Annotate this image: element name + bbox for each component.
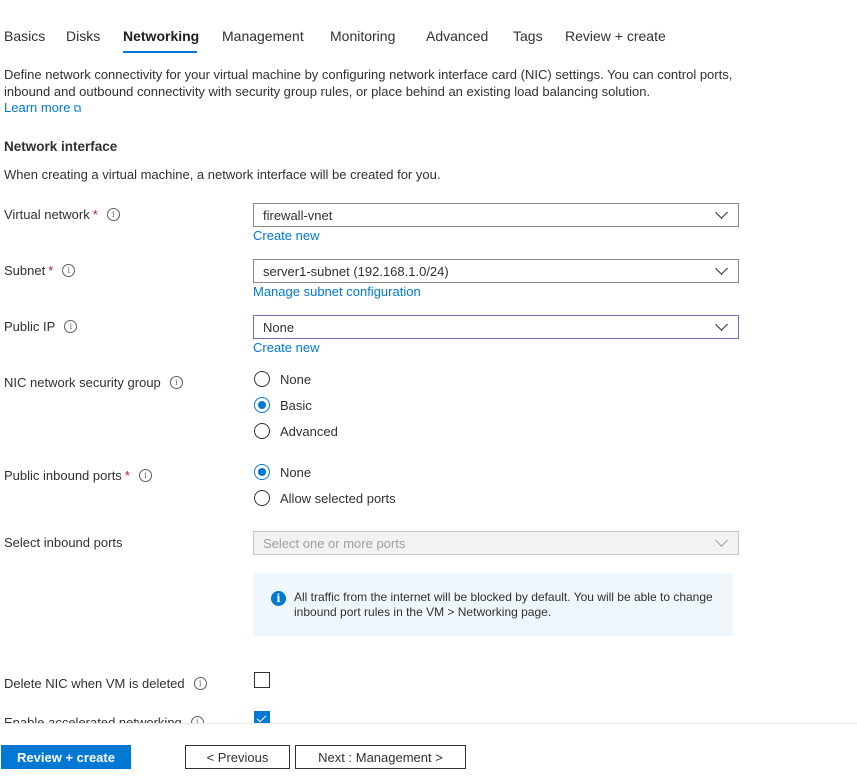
select-inbound-ports-label: Select inbound ports — [4, 535, 123, 550]
info-icon[interactable]: i — [64, 320, 78, 333]
radio-circle — [254, 371, 270, 387]
delete-nic-checkbox[interactable] — [254, 672, 270, 688]
inbound-radio-none[interactable]: None — [254, 464, 311, 480]
section-title: Network interface — [4, 139, 118, 154]
tab-basics[interactable]: Basics — [4, 28, 45, 44]
info-message-box: i All traffic from the internet will be … — [253, 573, 733, 636]
footer-bar: Review + create < Previous Next : Manage… — [0, 723, 857, 781]
delete-nic-label: Delete NIC when VM is deleted i — [4, 676, 207, 691]
tab-networking[interactable]: Networking — [123, 28, 199, 44]
required-marker: * — [92, 207, 98, 222]
delete-nic-label-text: Delete NIC when VM is deleted — [4, 676, 185, 691]
inbound-radio-allow-selected[interactable]: Allow selected ports — [254, 490, 396, 506]
tab-monitoring[interactable]: Monitoring — [330, 28, 395, 44]
chevron-down-icon — [715, 262, 728, 275]
learn-more-label: Learn more — [4, 100, 71, 115]
radio-circle — [254, 423, 270, 439]
radio-circle-selected — [254, 397, 270, 413]
public-ip-value: None — [263, 319, 295, 335]
radio-circle — [254, 490, 270, 506]
radio-label: Advanced — [280, 423, 338, 439]
subnet-dropdown[interactable]: server1-subnet (192.168.1.0/24) — [253, 259, 739, 283]
nsg-radio-none[interactable]: None — [254, 371, 311, 387]
required-marker: * — [48, 263, 54, 278]
checkmark-icon — [256, 712, 267, 723]
tab-disks[interactable]: Disks — [66, 28, 100, 44]
tab-review-create[interactable]: Review + create — [565, 28, 666, 44]
description-text: Define network connectivity for your vir… — [4, 67, 733, 99]
public-ip-dropdown[interactable]: None — [253, 315, 739, 339]
public-inbound-ports-label-text: Public inbound ports — [4, 468, 122, 483]
public-ip-label: Public IP i — [4, 319, 78, 334]
nsg-radio-advanced[interactable]: Advanced — [254, 423, 338, 439]
subnet-label-text: Subnet — [4, 263, 46, 278]
select-inbound-ports-placeholder: Select one or more ports — [263, 535, 406, 551]
nic-nsg-label-text: NIC network security group — [4, 375, 161, 390]
radio-label: None — [280, 371, 312, 387]
section-subtitle: When creating a virtual machine, a netwo… — [4, 167, 441, 182]
chevron-down-icon — [715, 206, 728, 219]
tab-tags[interactable]: Tags — [513, 28, 543, 44]
next-management-button[interactable]: Next : Management > — [295, 745, 466, 769]
info-circle-icon: i — [271, 591, 286, 606]
public-ip-label-text: Public IP — [4, 319, 56, 334]
info-icon[interactable]: i — [169, 376, 183, 389]
subnet-value: server1-subnet (192.168.1.0/24) — [263, 263, 449, 279]
active-tab-indicator — [123, 51, 197, 53]
virtual-network-value: firewall-vnet — [263, 207, 333, 223]
radio-label: None — [280, 464, 312, 480]
info-icon[interactable]: i — [106, 208, 120, 221]
chevron-down-icon — [715, 534, 728, 547]
info-icon[interactable]: i — [62, 264, 76, 277]
tab-management[interactable]: Management — [222, 28, 304, 44]
public-inbound-ports-label: Public inbound ports * i — [4, 468, 152, 483]
info-message-text: All traffic from the internet will be bl… — [294, 590, 713, 619]
info-icon[interactable]: i — [193, 677, 207, 690]
virtual-network-label: Virtual network * i — [4, 207, 120, 222]
nic-nsg-label: NIC network security group i — [4, 375, 183, 390]
radio-label: Allow selected ports — [280, 490, 396, 506]
virtual-network-dropdown[interactable]: firewall-vnet — [253, 203, 739, 227]
review-create-button[interactable]: Review + create — [1, 745, 131, 769]
page-description: Define network connectivity for your vir… — [4, 67, 749, 118]
manage-subnet-link[interactable]: Manage subnet configuration — [253, 284, 421, 299]
create-new-public-ip-link[interactable]: Create new — [253, 340, 319, 355]
tab-advanced[interactable]: Advanced — [426, 28, 488, 44]
learn-more-link[interactable]: Learn more ⧉ — [4, 100, 81, 115]
required-marker: * — [124, 468, 130, 483]
chevron-down-icon — [715, 318, 728, 331]
radio-dot — [258, 468, 266, 476]
subnet-label: Subnet * i — [4, 263, 76, 278]
radio-label: Basic — [280, 397, 312, 413]
virtual-network-label-text: Virtual network — [4, 207, 90, 222]
radio-dot — [258, 401, 266, 409]
nsg-radio-basic[interactable]: Basic — [254, 397, 312, 413]
previous-button[interactable]: < Previous — [185, 745, 290, 769]
info-icon[interactable]: i — [138, 469, 152, 482]
select-inbound-ports-label-text: Select inbound ports — [4, 535, 123, 550]
create-new-vnet-link[interactable]: Create new — [253, 228, 319, 243]
external-link-icon: ⧉ — [73, 103, 82, 115]
select-inbound-ports-dropdown: Select one or more ports — [253, 531, 739, 555]
radio-circle-selected — [254, 464, 270, 480]
